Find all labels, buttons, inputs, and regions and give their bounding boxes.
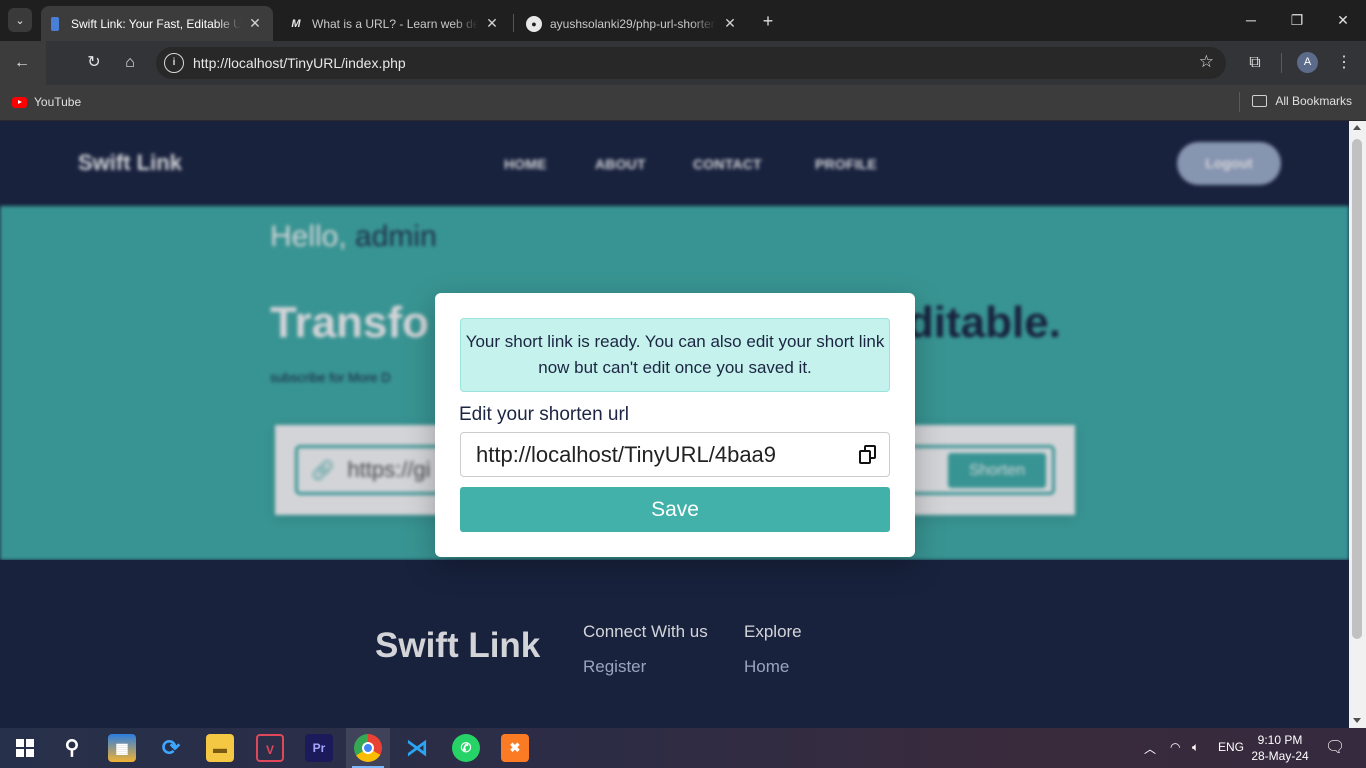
close-tab-icon[interactable]: ✕ [247,15,263,32]
sync-icon[interactable]: ⟳ [157,734,185,762]
volume-icon[interactable]: 🔈︎ [1192,740,1199,755]
greeting-prefix: Hello, [270,220,347,253]
folder-icon [1252,95,1268,107]
link-icon: 🔗︎ [310,459,336,482]
browser-toolbar: ← → ↻ ⌂ i http://localhost/TinyURL/index… [0,41,1366,648]
success-alert: Your short link is ready. You can also e… [460,318,890,392]
short-url-input[interactable]: http://localhost/TinyURL/4baa9 [460,432,890,477]
search-icon[interactable]: ⚲ [58,734,86,762]
wifi-icon[interactable]: ◠ [1170,740,1180,754]
footer-col-title-connect: Connect With us [583,622,708,641]
long-url-value[interactable]: https://gi [347,457,430,483]
address-url[interactable]: http://localhost/TinyURL/index.php [193,55,406,71]
edit-url-label: Edit your shorten url [459,404,630,425]
logout-button[interactable]: Logout [1177,142,1281,185]
new-tab-button[interactable]: + [757,10,779,32]
headline-start: Transfo [270,298,429,347]
site-brand[interactable]: Swift Link [78,150,182,176]
footer-link-home[interactable]: Home [744,657,789,677]
kebab-menu-icon[interactable]: ⋮ [1332,51,1356,75]
bookmark-label: YouTube [34,95,82,109]
premiere-pro-icon[interactable]: Pr [305,734,333,762]
all-bookmarks-button[interactable]: All Bookmarks [1252,94,1352,108]
save-button[interactable]: Save [460,487,890,532]
close-tab-icon[interactable]: ✕ [722,15,738,32]
clock-date: 28-May-24 [1251,749,1309,763]
vscode-icon[interactable]: ⋊ [403,734,431,762]
store-icon[interactable]: ▦ [108,734,136,762]
chevron-down-icon: ⌄ [15,14,25,27]
chrome-icon[interactable] [354,734,382,762]
footer-col-title-explore: Explore [744,622,802,641]
footer-link-register[interactable]: Register [583,657,646,677]
nav-profile[interactable]: PROFILE [815,156,877,172]
scrollbar-thumb[interactable] [1352,139,1362,639]
all-bookmarks-label: All Bookmarks [1275,94,1352,108]
extensions-icon[interactable]: ⧉ [1243,51,1267,75]
language-indicator[interactable]: ENG [1218,740,1244,754]
tab-swift-link[interactable]: Swift Link: Your Fast, Editable URL Shor… [41,6,273,41]
notifications-icon[interactable]: 🗨︎ [1325,737,1345,757]
tab-title: What is a URL? - Learn web development |… [312,16,478,31]
site-footer: Swift Link Connect With us Register Expl… [0,560,1349,728]
tab-mdn-url[interactable]: M What is a URL? - Learn web development… [278,6,510,41]
nav-about[interactable]: ABOUT [595,156,646,172]
page-icon [51,16,59,31]
page-viewport: Swift Link HOME ABOUT CONTACT PROFILE Lo… [0,121,1349,728]
toolbar-divider [1281,53,1282,73]
greeting: Hello, admin [270,220,437,254]
tab-separator [513,14,514,32]
file-explorer-icon[interactable]: ▬ [206,734,234,762]
close-tab-icon[interactable]: ✕ [484,15,500,32]
nav-home[interactable]: HOME [504,156,547,172]
github-icon: ● [526,15,542,32]
reload-icon[interactable]: ↻ [82,51,106,75]
valorant-icon[interactable]: V [256,734,284,762]
close-window-button[interactable]: ✕ [1320,8,1366,32]
scroll-down-arrow-icon[interactable] [1353,718,1361,723]
mdn-icon: M [291,17,301,30]
hero-subtext: subscribe for More D [270,370,391,385]
site-info-icon[interactable]: i [164,53,184,73]
site-header: Swift Link HOME ABOUT CONTACT PROFILE Lo… [0,121,1349,206]
youtube-icon [12,96,27,108]
system-clock[interactable]: 9:10 PM 28-May-24 [1248,732,1312,764]
bookmark-divider [1239,92,1240,112]
bookmark-youtube[interactable]: YouTube [12,95,81,109]
tray-chevron-up-icon[interactable]: ︿ [1144,740,1156,757]
address-bar[interactable]: i http://localhost/TinyURL/index.php ☆ [156,47,1226,79]
clock-time: 9:10 PM [1257,733,1303,747]
scroll-up-arrow-icon[interactable] [1353,125,1361,130]
minimize-button[interactable]: ─ [1228,8,1274,32]
restore-button[interactable]: ❐ [1274,8,1320,32]
tab-github[interactable]: ● ayushsolanki29/php-url-shortener ✕ [516,6,748,41]
windows-taskbar: ⚲ ▦ ⟳ ▬ V Pr ⋊ ✆ ✖ ︿ ◠ 🔈︎ ENG 9:10 PM 28… [0,728,1366,768]
tab-search-button[interactable]: ⌄ [8,8,32,32]
whatsapp-icon[interactable]: ✆ [452,734,480,762]
tab-title: Swift Link: Your Fast, Editable URL Shor… [71,16,241,31]
home-icon[interactable]: ⌂ [118,51,142,75]
bookmarks-bar: YouTube All Bookmarks [0,85,1366,121]
edit-short-link-modal: Your short link is ready. You can also e… [435,293,915,557]
nav-contact[interactable]: CONTACT [693,156,762,172]
shorten-button[interactable]: Shorten [948,453,1046,488]
back-arrow-icon[interactable]: ← [10,51,34,75]
bookmark-star-icon[interactable]: ☆ [1199,52,1214,72]
copy-icon[interactable] [859,445,877,465]
headline-end: ditable. [906,298,1061,347]
windows-start-icon[interactable] [11,734,39,762]
page-scrollbar[interactable] [1349,121,1366,728]
greeting-username: admin [355,220,437,253]
tab-title: ayushsolanki29/php-url-shortener [550,16,716,31]
footer-brand: Swift Link [375,626,541,665]
short-url-value[interactable]: http://localhost/TinyURL/4baa9 [476,442,776,468]
profile-avatar[interactable]: A [1297,52,1318,73]
browser-tab-strip: ⌄ Swift Link: Your Fast, Editable URL Sh… [0,0,1366,41]
xampp-icon[interactable]: ✖ [501,734,529,762]
